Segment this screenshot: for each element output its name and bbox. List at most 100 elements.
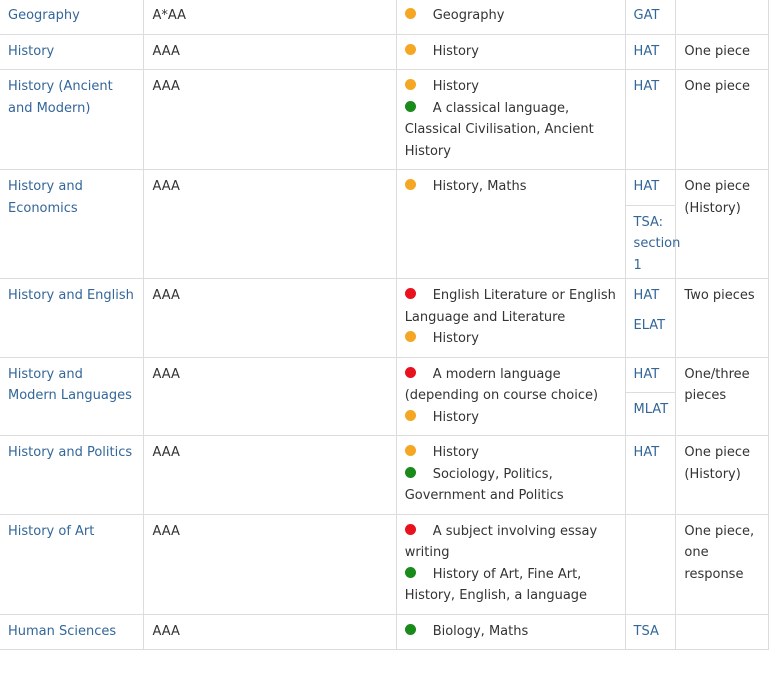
requirement-item: History bbox=[404, 41, 617, 63]
table-row: Geography A*AA Geography GAT bbox=[0, 0, 769, 35]
requirement-text: History, Maths bbox=[432, 179, 527, 194]
grades-cell: AAA bbox=[143, 69, 397, 170]
requirement-item: A modern language (depending on course c… bbox=[404, 364, 617, 407]
grades-cell: AAA bbox=[143, 613, 397, 650]
admissions-test-cell: HAT bbox=[624, 435, 677, 515]
course-cell: History bbox=[0, 33, 145, 70]
requirement-text: English Literature or English Language a… bbox=[404, 288, 616, 325]
table-row: History AAA History HAT One piece bbox=[0, 33, 769, 70]
green-dot-icon bbox=[404, 100, 416, 112]
requirement-item: History bbox=[404, 328, 617, 350]
table-row: Human Sciences AAA Biology, Maths TSA bbox=[0, 613, 769, 650]
requirement-item: History of Art, Fine Art, History, Engli… bbox=[404, 564, 617, 607]
admissions-test-link[interactable]: GAT bbox=[626, 0, 676, 29]
grades-cell: AAA bbox=[143, 356, 397, 436]
course-link[interactable]: History and Politics bbox=[8, 445, 132, 460]
courses-table-body: Geography A*AA Geography GAT History AAA… bbox=[0, 0, 769, 650]
grades-cell: AAA bbox=[143, 169, 397, 279]
courses-table: Geography A*AA Geography GAT History AAA… bbox=[0, 0, 769, 650]
course-link[interactable]: Human Sciences bbox=[8, 624, 116, 639]
written-work-cell: One piece bbox=[675, 69, 769, 170]
admissions-test-cell: TSA bbox=[624, 613, 677, 650]
admissions-test-cell: HAT bbox=[624, 33, 677, 70]
requirement-text: History bbox=[432, 409, 479, 425]
course-link[interactable]: History and English bbox=[8, 288, 134, 303]
admissions-test-cell: HAT TSA: section 1 bbox=[624, 169, 681, 279]
written-work-cell: One/three pieces bbox=[675, 356, 769, 436]
admissions-test-cell: GAT bbox=[624, 0, 677, 35]
requirement-text: History bbox=[432, 43, 479, 59]
grades-cell: A*AA bbox=[143, 0, 397, 35]
written-work-cell: Two pieces bbox=[675, 278, 769, 358]
table-row: History and Modern Languages AAA A moder… bbox=[0, 356, 769, 436]
requirement-item: Sociology, Politics, Government and Poli… bbox=[404, 464, 617, 507]
orange-dot-icon bbox=[404, 43, 416, 55]
requirements-cell: A subject involving essay writing History… bbox=[395, 513, 626, 615]
requirement-text: Geography bbox=[432, 8, 505, 23]
requirement-text: Biology, Maths bbox=[432, 623, 529, 639]
admissions-test-link[interactable]: MLAT bbox=[626, 393, 676, 423]
admissions-test-link[interactable]: HAT bbox=[626, 436, 676, 466]
requirement-text: History bbox=[432, 79, 479, 94]
requirement-item: A subject involving essay writing bbox=[404, 521, 617, 564]
admissions-test-link[interactable]: HAT bbox=[625, 170, 676, 206]
admissions-test-link[interactable]: HAT bbox=[626, 279, 676, 309]
requirements-cell: History A classical language, Classical C… bbox=[395, 69, 626, 170]
admissions-test-link[interactable]: ELAT bbox=[626, 309, 676, 339]
requirement-text: Sociology, Politics, Government and Poli… bbox=[404, 466, 564, 504]
course-link[interactable]: History (Ancient and Modern) bbox=[8, 79, 113, 116]
requirement-item: History bbox=[404, 76, 617, 98]
grades-cell: AAA bbox=[143, 278, 397, 358]
requirements-cell: Biology, Maths bbox=[395, 613, 626, 650]
course-link[interactable]: History of Art bbox=[8, 524, 94, 539]
requirements-cell: English Literature or English Language a… bbox=[395, 278, 626, 358]
course-link[interactable]: History and Economics bbox=[8, 179, 83, 216]
requirement-text: History bbox=[432, 331, 479, 346]
admissions-test-link[interactable]: TSA: section 1 bbox=[626, 206, 681, 279]
course-link[interactable]: History and Modern Languages bbox=[8, 367, 132, 404]
grades-cell: AAA bbox=[143, 513, 397, 615]
requirements-cell: History Sociology, Politics, Government a… bbox=[395, 435, 626, 515]
orange-dot-icon bbox=[404, 409, 416, 421]
requirement-item: History, Maths bbox=[404, 176, 617, 198]
admissions-test-link[interactable]: HAT bbox=[625, 358, 676, 393]
requirement-item: English Literature or English Language a… bbox=[404, 285, 617, 328]
orange-dot-icon bbox=[404, 445, 416, 456]
table-row: History and Politics AAA History Sociolog… bbox=[0, 435, 769, 515]
requirement-text: History bbox=[432, 445, 479, 460]
requirement-text: History of Art, Fine Art, History, Engli… bbox=[404, 566, 588, 604]
requirement-text: A modern language (depending on course c… bbox=[404, 366, 599, 404]
course-link[interactable]: Geography bbox=[8, 8, 80, 23]
red-dot-icon bbox=[404, 523, 416, 535]
admissions-test-cell: HAT bbox=[624, 69, 677, 170]
written-work-cell: One piece bbox=[675, 33, 769, 70]
green-dot-icon bbox=[404, 466, 416, 478]
admissions-test-link[interactable]: HAT bbox=[626, 70, 676, 100]
requirements-cell: A modern language (depending on course c… bbox=[395, 356, 626, 436]
written-work-cell: One piece, one response bbox=[675, 513, 769, 615]
written-work-cell bbox=[675, 613, 769, 650]
red-dot-icon bbox=[404, 366, 416, 378]
requirement-text: A classical language, Classical Civilisa… bbox=[404, 100, 594, 159]
written-work-cell: One piece (History) bbox=[675, 435, 769, 515]
orange-dot-icon bbox=[404, 331, 416, 342]
requirement-item: Geography bbox=[404, 5, 617, 27]
admissions-test-link[interactable]: TSA bbox=[626, 615, 676, 645]
course-cell: Human Sciences bbox=[0, 613, 145, 650]
grades-cell: AAA bbox=[143, 33, 397, 70]
red-dot-icon bbox=[404, 288, 416, 299]
course-link[interactable]: History bbox=[8, 44, 54, 59]
written-work-cell: One piece (History) bbox=[675, 169, 769, 279]
admissions-test-link[interactable]: HAT bbox=[626, 35, 676, 65]
green-dot-icon bbox=[404, 566, 416, 578]
course-cell: History and Politics bbox=[0, 435, 145, 515]
requirements-cell: History bbox=[395, 33, 626, 70]
table-row: History of Art AAA A subject involving e… bbox=[0, 513, 769, 615]
requirements-cell: History, Maths bbox=[395, 169, 626, 279]
course-cell: History and Modern Languages bbox=[0, 356, 145, 436]
requirement-item: History bbox=[404, 407, 617, 429]
admissions-test-cell bbox=[624, 513, 677, 615]
orange-dot-icon bbox=[404, 8, 416, 19]
requirement-item: History bbox=[404, 442, 617, 464]
requirement-item: Biology, Maths bbox=[404, 621, 617, 643]
